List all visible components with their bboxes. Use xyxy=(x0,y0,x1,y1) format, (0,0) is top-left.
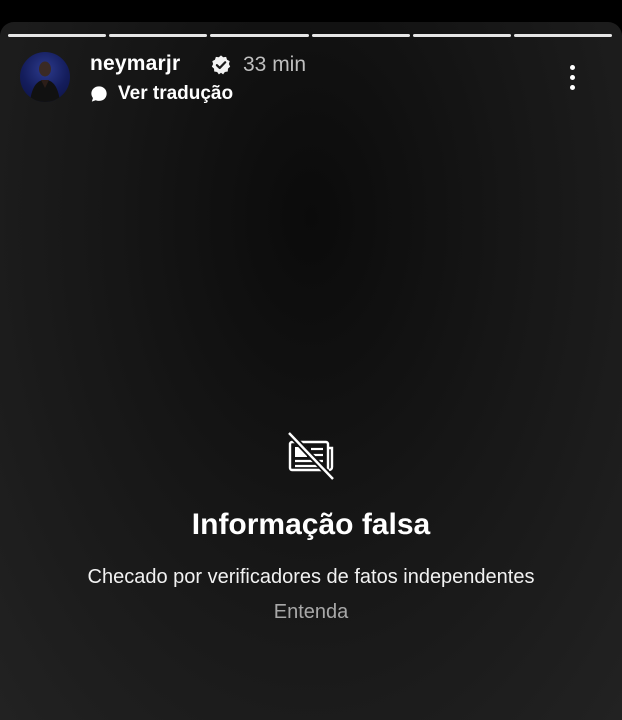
news-crossed-icon xyxy=(286,430,336,482)
notice-title: Informação falsa xyxy=(191,508,431,541)
more-vertical-icon xyxy=(569,64,575,70)
progress-segment xyxy=(210,34,309,37)
more-options-button[interactable] xyxy=(558,60,586,94)
username[interactable]: neymarjr xyxy=(90,52,180,76)
progress-segment xyxy=(109,34,208,37)
progress-segment xyxy=(8,34,107,37)
learn-more-link[interactable]: Entenda xyxy=(0,601,622,624)
avatar[interactable] xyxy=(20,52,70,102)
progress-segment xyxy=(412,34,511,37)
notice-subtitle: Checado por verificadores de fatos indep… xyxy=(87,566,535,588)
verified-badge-icon xyxy=(211,55,231,75)
story-progress-bar xyxy=(8,34,613,37)
post-time: 33 min xyxy=(243,53,307,76)
see-translation-button[interactable]: Ver tradução xyxy=(90,82,233,106)
more-vertical-icon-dot xyxy=(569,84,575,90)
story-viewer[interactable]: neymarjr 33 min Ver tradução Informação … xyxy=(0,22,622,720)
false-information-notice: Informação falsa Checado por verificador… xyxy=(0,430,622,624)
avatar-image xyxy=(30,61,60,102)
progress-segment xyxy=(513,34,613,37)
speech-bubble-icon xyxy=(91,86,107,102)
story-header: neymarjr 33 min Ver tradução xyxy=(20,52,602,106)
more-vertical-icon-dot xyxy=(569,74,575,80)
see-translation-label: Ver tradução xyxy=(118,83,234,104)
progress-segment xyxy=(311,34,410,37)
